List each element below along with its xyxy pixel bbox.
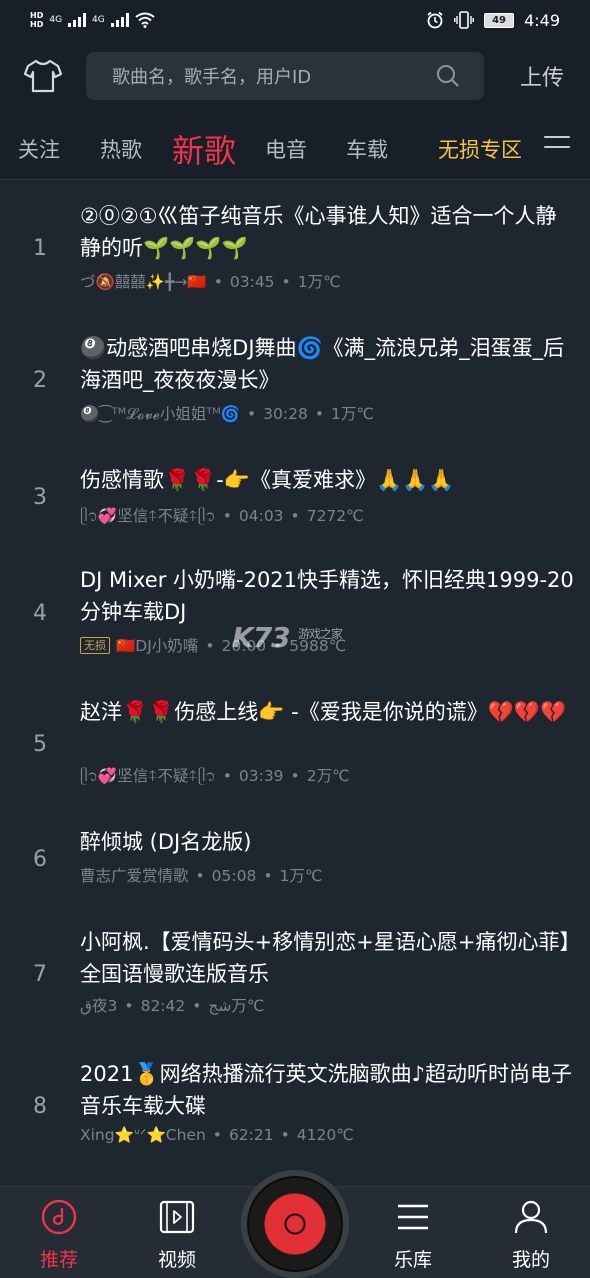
alarm-icon [427, 11, 443, 29]
song-duration: 62:21 [228, 1126, 274, 1144]
song-title: ②⓪②①巛笛子纯音乐《心事谁人知》适合一个人静静的听🌱🌱🌱🌱 [80, 204, 557, 260]
wifi-icon [135, 12, 155, 28]
tab-follow[interactable]: 关注 [18, 134, 60, 164]
song-rank: 4 [33, 601, 47, 626]
nav-mine[interactable]: 我的 [486, 1187, 576, 1278]
song-heat: 1万℃ [331, 405, 374, 423]
song-rank: 3 [33, 485, 47, 510]
song-meta: づ🔕囍囍✨╋→🇨🇳 • 03:45 • 1万℃ [80, 273, 341, 291]
tab-hot[interactable]: 热歌 [100, 134, 142, 164]
song-duration: 82:42 [140, 997, 186, 1015]
song-duration: 30:28 [263, 405, 308, 423]
status-time: 4:49 [524, 10, 560, 30]
song-item[interactable]: 8 2021🥇网络热播流行英文洗脑歌曲♪超动听时尚电子音乐车载大碟 Xing⭐ᐡ… [0, 1058, 590, 1178]
song-rank: 5 [33, 732, 47, 757]
search-placeholder: 歌曲名，歌手名，用户ID [112, 67, 312, 88]
song-title: 2021🥇网络热播流行英文洗脑歌曲♪超动听时尚电子音乐车载大碟 [80, 1062, 572, 1118]
signal-icon [68, 13, 87, 27]
song-meta: Xing⭐ᐡᐟ⭐Chen • 62:21 • 4120℃ [80, 1126, 354, 1144]
status-right: 49 4:49 [426, 11, 560, 30]
song-rank: 2 [33, 368, 47, 393]
song-uploader[interactable]: Xing⭐ᐡᐟ⭐Chen [80, 1126, 206, 1144]
watermark-sub: 游戏之家 [298, 627, 343, 641]
nav-library[interactable]: 乐库 [368, 1187, 458, 1278]
song-title: 醉倾城 (DJ名龙版) [80, 830, 252, 854]
song-uploader[interactable]: 🎱⁐ᵀᴹ𝓛𝓸𝓿𝓮小姐姐ᵀᴹ🌀 [80, 405, 240, 423]
search-icon[interactable] [436, 64, 460, 88]
disc-icon [41, 1199, 77, 1235]
menu-icon[interactable] [544, 136, 570, 156]
song-meta: ᥫ᭡💞坚信⍏不疑⍏ᥫ᭡ • 04:03 • 7272℃ [80, 507, 364, 525]
song-item[interactable]: 7 小阿枫.【爱情码头+移情别恋+星语心愿+痛彻心菲】全国语慢歌连版音乐 ﻕ夜ﺷ… [0, 926, 590, 1046]
watermark-logo: K73 游戏之家 [232, 621, 343, 654]
song-item[interactable]: 5 赵洋🌹🌹伤感上线👉 -《爱我是你说的谎》💔💔💔 ᥫ᭡💞坚信⍏不疑⍏ᥫ᭡ • 03… [0, 696, 590, 816]
category-tabs: 关注 热歌 新歌 电音 车载 无损专区 [0, 114, 590, 180]
song-duration: 03:39 [238, 767, 284, 785]
song-meta: 曹志广爱赏情歌 • 05:08 • 1万℃ [80, 867, 323, 885]
battery-indicator: 49 [484, 12, 515, 28]
song-meta: ﻕ夜ﺷﺞ•82:42•3万℃ [80, 997, 265, 1015]
lossless-badge: 无损 [80, 637, 110, 654]
song-title: 🎱动感酒吧串烧DJ舞曲🌀《满_流浪兄弟_泪蛋蛋_后海酒吧_夜夜夜漫长》 [80, 336, 565, 392]
watermark-text: K73 [232, 621, 291, 654]
status-left: HD HD 4G 4G [30, 11, 155, 29]
user-icon [514, 1200, 548, 1234]
song-item[interactable]: 4 DJ Mixer 小奶嘴-2021快手精选，怀旧经典1999-20分钟车载D… [0, 564, 590, 684]
song-duration: 04:03 [238, 507, 284, 525]
network-label: 4G [49, 15, 63, 25]
tshirt-icon[interactable] [24, 58, 62, 94]
tab-lossless[interactable]: 无损专区 [438, 134, 522, 164]
song-rank: 7 [33, 962, 47, 987]
song-heat: 4120℃ [296, 1126, 354, 1144]
song-title: 小阿枫.【爱情码头+移情别恋+星语心愿+痛彻心菲】全国语慢歌连版音乐 [80, 930, 570, 986]
song-uploader[interactable]: 曹志广爱赏情歌 [80, 867, 189, 885]
hd-badges: HD HD [30, 11, 43, 29]
nav-label: 我的 [511, 1249, 550, 1271]
tab-new[interactable]: 新歌 [172, 126, 236, 172]
song-title: DJ Mixer 小奶嘴-2021快手精选，怀旧经典1999-20分钟车载DJ [80, 568, 574, 624]
song-item[interactable]: 6 醉倾城 (DJ名龙版) 曹志广爱赏情歌 • 05:08 • 1万℃ [0, 826, 590, 906]
vinyl-icon [247, 1176, 343, 1272]
nav-label: 推荐 [39, 1249, 78, 1271]
video-icon [159, 1200, 195, 1234]
player-disc-button[interactable] [241, 1170, 349, 1278]
song-heat: 1万℃ [297, 273, 341, 291]
tab-car[interactable]: 车载 [346, 134, 388, 164]
song-title: 赵洋🌹🌹伤感上线👉 -《爱我是你说的谎》💔💔💔 [80, 700, 567, 724]
nav-recommend[interactable]: 推荐 [14, 1187, 104, 1278]
song-uploader[interactable]: ᥫ᭡💞坚信⍏不疑⍏ᥫ᭡ [80, 507, 216, 525]
list-icon [398, 1204, 428, 1230]
song-heat: 2万℃ [306, 767, 350, 785]
song-duration: 03:45 [229, 273, 275, 291]
song-uploader[interactable]: ᥫ᭡💞坚信⍏不疑⍏ᥫ᭡ [80, 767, 216, 785]
nav-label: 乐库 [393, 1249, 432, 1271]
header: 歌曲名，歌手名，用户ID 上传 [0, 40, 590, 114]
song-item[interactable]: 1 ②⓪②①巛笛子纯音乐《心事谁人知》适合一个人静静的听🌱🌱🌱🌱 づ🔕囍囍✨╋→… [0, 196, 590, 316]
song-title: 伤感情歌🌹🌹-👉《真爱难求》🙏🙏🙏 [80, 468, 455, 492]
song-meta: 🎱⁐ᵀᴹ𝓛𝓸𝓿𝓮小姐姐ᵀᴹ🌀 • 30:28 • 1万℃ [80, 405, 374, 423]
vibrate-icon [454, 11, 474, 29]
song-heat: 1万℃ [279, 867, 323, 885]
nav-label: 视频 [157, 1249, 196, 1271]
tab-electronic[interactable]: 电音 [265, 134, 307, 164]
song-rank: 1 [33, 236, 47, 261]
hd-badge: HD [30, 20, 44, 29]
signal-icon [110, 13, 129, 27]
song-rank: 8 [33, 1094, 47, 1119]
search-input[interactable]: 歌曲名，歌手名，用户ID [86, 52, 484, 100]
song-uploader[interactable]: づ🔕囍囍✨╋→🇨🇳 [80, 273, 207, 291]
song-uploader[interactable]: 🇨🇳DJ小奶嘴 [116, 637, 198, 655]
song-duration: 05:08 [211, 867, 257, 885]
song-heat: 7272℃ [306, 507, 364, 525]
nav-video[interactable]: 视频 [132, 1187, 222, 1278]
upload-button[interactable]: 上传 [520, 60, 564, 92]
song-rank: 6 [33, 847, 47, 872]
hd-badge: HD [30, 11, 44, 20]
song-item[interactable]: 2 🎱动感酒吧串烧DJ舞曲🌀《满_流浪兄弟_泪蛋蛋_后海酒吧_夜夜夜漫长》 🎱⁐… [0, 328, 590, 448]
song-item[interactable]: 3 伤感情歌🌹🌹-👉《真爱难求》🙏🙏🙏 ᥫ᭡💞坚信⍏不疑⍏ᥫ᭡ • 04:03 • 72… [0, 464, 590, 554]
network-label: 4G [92, 15, 105, 25]
song-meta: ᥫ᭡💞坚信⍏不疑⍏ᥫ᭡ • 03:39 • 2万℃ [80, 767, 350, 785]
status-bar: HD HD 4G 4G 49 4:49 [0, 0, 590, 40]
